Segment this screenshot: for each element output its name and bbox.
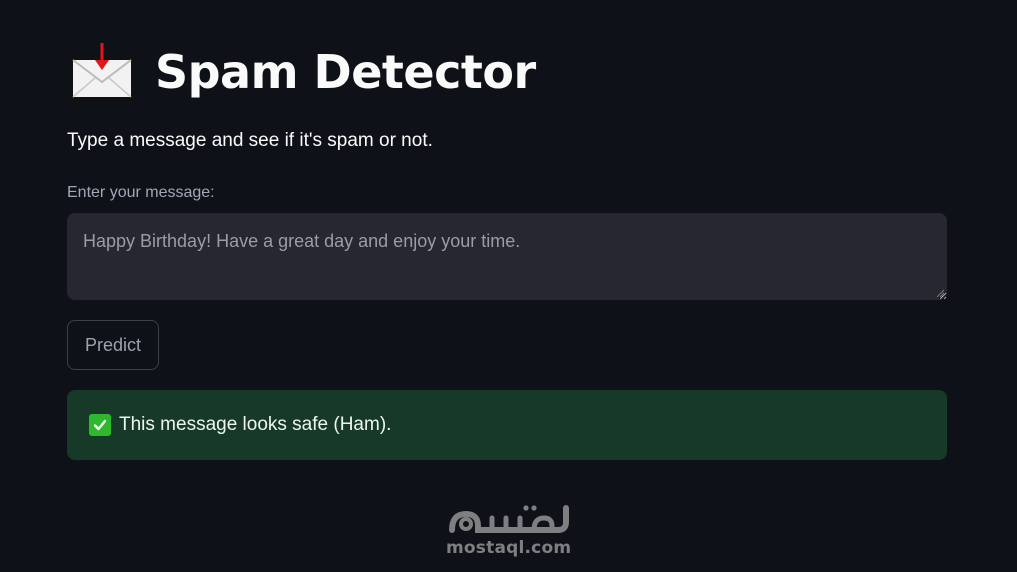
header: Spam Detector xyxy=(67,40,536,104)
resize-handle-icon[interactable] xyxy=(936,289,944,297)
watermark: mostaql.com xyxy=(446,500,571,558)
predict-button[interactable]: Predict xyxy=(67,320,159,370)
result-message: This message looks safe (Ham). xyxy=(119,414,392,435)
mostaql-logo xyxy=(449,505,569,533)
incoming-envelope-icon xyxy=(69,43,135,101)
page-title: Spam Detector xyxy=(155,45,536,99)
page-subtitle: Type a message and see if it's spam or n… xyxy=(67,130,433,151)
result-alert: This message looks safe (Ham). xyxy=(67,390,947,460)
message-field-label: Enter your message: xyxy=(67,184,215,201)
message-input[interactable]: Happy Birthday! Have a great day and enj… xyxy=(67,213,947,300)
check-mark-icon xyxy=(89,414,111,436)
watermark-text: mostaql.com xyxy=(446,538,572,558)
app-container: Spam Detector Type a message and see if … xyxy=(0,0,1017,572)
